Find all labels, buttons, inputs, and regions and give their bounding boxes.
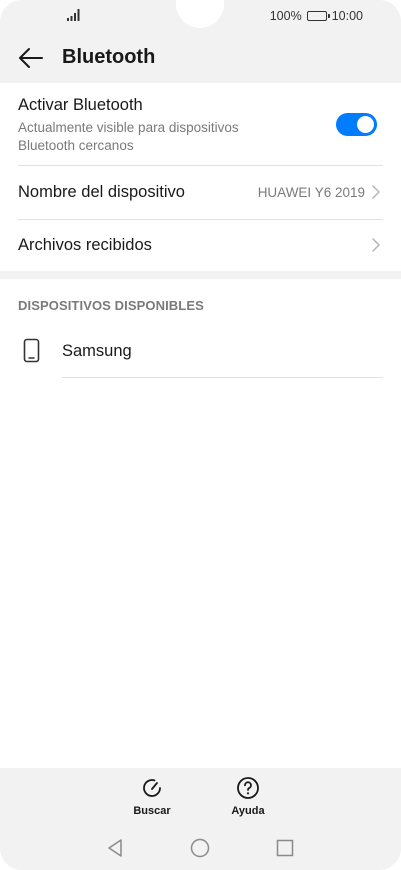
square-recents-icon[interactable]: [274, 837, 296, 859]
divider: [62, 377, 383, 378]
bluetooth-visibility-description: Actualmente visible para dispositivos Bl…: [18, 120, 239, 153]
status-bar: 100% 10:00: [0, 0, 401, 34]
section-separator: [0, 271, 401, 279]
available-devices-header: DISPOSITIVOS DISPONIBLES: [18, 298, 204, 313]
device-item-name: Samsung: [62, 342, 132, 360]
bottom-action-bar: Buscar Ayuda: [0, 768, 401, 825]
phone-screen: 100% 10:00 Bluetooth Activar Bluetooth A…: [0, 0, 401, 870]
arrow-left-icon[interactable]: [18, 46, 44, 70]
battery-icon: [306, 11, 330, 21]
chevron-right-icon: [372, 238, 380, 252]
bluetooth-toggle-label: Activar Bluetooth: [18, 96, 143, 114]
divider: [18, 165, 383, 166]
refresh-search-icon: [143, 779, 161, 797]
circle-home-icon[interactable]: [189, 837, 211, 859]
page-title: Bluetooth: [62, 46, 156, 68]
switch-knob: [357, 116, 374, 133]
battery-percentage: 100%: [269, 9, 302, 23]
settings-content: Activar Bluetooth Actualmente visible pa…: [0, 83, 401, 768]
search-button-label: Buscar: [133, 805, 171, 817]
system-navigation-bar: [0, 825, 401, 870]
clock: 10:00: [331, 9, 363, 23]
help-icon: [237, 777, 259, 799]
search-button[interactable]: Buscar: [122, 776, 182, 817]
smartphone-icon: [23, 338, 40, 363]
app-bar: Bluetooth: [0, 34, 401, 83]
status-right: 100% 10:00: [270, 9, 363, 23]
received-files-label: Archivos recibidos: [18, 236, 152, 254]
help-button-label: Ayuda: [231, 805, 265, 817]
device-name-label: Nombre del dispositivo: [18, 183, 185, 201]
signal-icon: [67, 9, 80, 21]
divider: [18, 219, 383, 220]
device-name-value: HUAWEI Y6 2019: [257, 185, 365, 200]
triangle-back-icon[interactable]: [104, 837, 126, 859]
chevron-right-icon: [372, 185, 380, 199]
camera-notch: [176, 0, 224, 28]
help-button[interactable]: Ayuda: [218, 776, 278, 817]
bluetooth-switch[interactable]: [336, 113, 377, 136]
